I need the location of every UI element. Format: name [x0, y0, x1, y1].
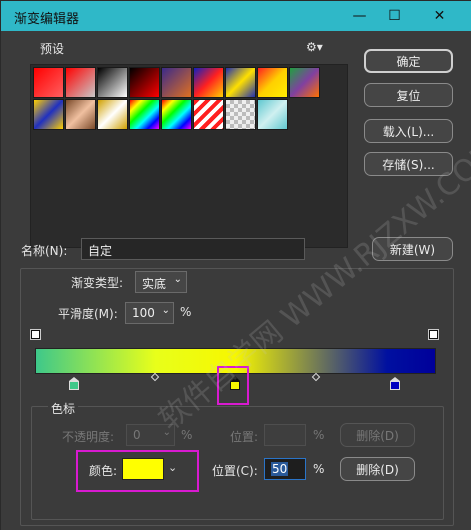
opacity-position-label: 位置: [230, 430, 259, 444]
smoothness-value: 100 [132, 306, 155, 320]
opacity-position-field [264, 424, 306, 446]
new-button[interactable]: 新建(W) [372, 237, 453, 261]
smoothness-unit: % [180, 305, 192, 319]
preset-swatch[interactable] [225, 99, 256, 130]
save-button[interactable]: 存储(S)... [364, 152, 453, 176]
gradient-type-value: 实底 [142, 277, 167, 291]
gradient-type-label: 渐变类型: [71, 276, 124, 290]
presets-label: 预设 [40, 42, 65, 56]
close-icon[interactable]: ✕ [417, 1, 462, 31]
gear-icon[interactable]: ⚙▾ [306, 40, 323, 54]
preset-swatch[interactable] [225, 67, 256, 98]
opacity-label: 不透明度: [62, 430, 115, 444]
preset-swatch[interactable] [161, 67, 192, 98]
color-label: 颜色: [89, 464, 118, 478]
color-stop-right[interactable] [390, 377, 400, 390]
preset-swatch[interactable] [33, 99, 64, 130]
chevron-down-icon[interactable]: ⌄ [168, 461, 177, 474]
color-stop-left[interactable] [69, 377, 79, 390]
preset-swatch[interactable] [257, 67, 288, 98]
smoothness-field[interactable]: 100 ⌄ [125, 302, 174, 324]
opacity-unit: % [181, 428, 193, 442]
opacity-stop-right[interactable] [428, 329, 439, 340]
window-title: 渐变编辑器 [14, 12, 80, 27]
position-unit: % [313, 462, 325, 476]
chevron-down-icon: ⌄ [161, 305, 170, 316]
gradient-editor-window: 渐变编辑器 — ☐ ✕ 预设 ⚙▾ 确定 复位 载入(L)... 存储(S)..… [0, 0, 471, 530]
position-field[interactable]: 50 [264, 458, 306, 480]
maximize-icon[interactable]: ☐ [372, 1, 417, 31]
ok-button[interactable]: 确定 [364, 49, 453, 73]
preset-swatch[interactable] [97, 99, 128, 130]
color-stops-label: 色标 [48, 400, 79, 417]
gradient-type-select[interactable]: 实底 ⌄ [135, 271, 187, 293]
preset-swatch[interactable] [65, 99, 96, 130]
preset-swatch[interactable] [33, 67, 64, 98]
selected-stop-highlight [217, 366, 249, 405]
title-bar: 渐变编辑器 — ☐ ✕ [1, 1, 471, 31]
load-button[interactable]: 载入(L)... [364, 119, 453, 143]
preset-swatch[interactable] [193, 67, 224, 98]
opacity-position-unit: % [313, 428, 325, 442]
preset-swatch[interactable] [257, 99, 288, 130]
preset-swatch[interactable] [129, 67, 160, 98]
preset-swatch[interactable] [193, 99, 224, 130]
name-field[interactable]: 自定 [81, 238, 305, 260]
preset-swatch[interactable] [65, 67, 96, 98]
dialog-body: 预设 ⚙▾ 确定 复位 载入(L)... 存储(S)... 名称(N): 自定 … [1, 31, 471, 530]
position-label: 位置(C): [212, 464, 258, 478]
reset-button[interactable]: 复位 [364, 83, 453, 107]
delete-button[interactable]: 删除(D) [340, 457, 415, 481]
preset-swatch[interactable] [129, 99, 160, 130]
opacity-stop-left[interactable] [30, 329, 41, 340]
chevron-down-icon: ⌄ [162, 427, 171, 438]
color-swatch[interactable] [122, 458, 164, 480]
opacity-value: 0 [133, 428, 141, 442]
preset-swatch[interactable] [161, 99, 192, 130]
smoothness-label: 平滑度(M): [58, 307, 118, 321]
opacity-delete-button: 删除(D) [340, 423, 415, 447]
position-value: 50 [271, 462, 289, 476]
presets-panel [30, 64, 348, 248]
chevron-down-icon: ⌄ [173, 274, 182, 285]
preset-swatch[interactable] [97, 67, 128, 98]
name-label: 名称(N): [21, 244, 68, 258]
preset-swatch[interactable] [289, 67, 320, 98]
opacity-field: 0 ⌄ [126, 424, 175, 446]
